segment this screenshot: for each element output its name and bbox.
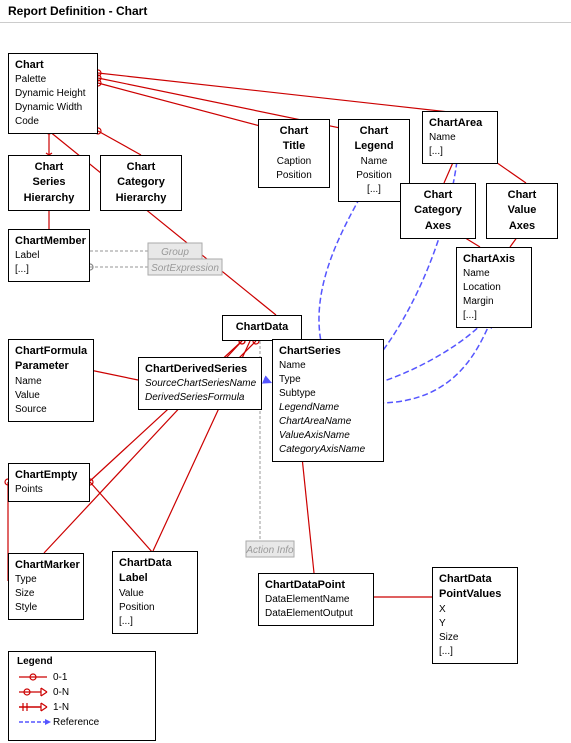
chart-legend-attr-bracket: [...] — [367, 184, 381, 195]
chart-data-point-title: ChartDataPoint — [265, 578, 367, 593]
chart-axis-attr-name: Name — [463, 268, 490, 279]
chart-category-axes-box: ChartCategoryAxes — [400, 183, 476, 239]
chart-derived-series-box: ChartDerivedSeries SourceChartSeriesName… — [138, 357, 262, 410]
chart-formula-param-attr-value: Value — [15, 390, 40, 401]
chart-data-point-attr-output: DataElementOutput — [265, 608, 353, 619]
chart-data-title: ChartData — [229, 320, 295, 335]
chart-series-attr-area: ChartAreaName — [279, 416, 351, 427]
chart-box: Chart Palette Dynamic Height Dynamic Wid… — [8, 53, 98, 134]
legend-item-reference: Reference — [17, 716, 147, 728]
chart-empty-title: ChartEmpty — [15, 468, 83, 483]
chart-series-attr-name: Name — [279, 360, 306, 371]
svg-text:SortExpression: SortExpression — [151, 263, 219, 274]
chart-area-attr-name: Name — [429, 132, 456, 143]
svg-text:Action Info: Action Info — [245, 545, 294, 556]
chart-data-point-values-box: ChartDataPointValues X Y Size [...] — [432, 567, 518, 664]
chart-member-title: ChartMember — [15, 234, 83, 249]
chart-series-hierarchy-box: ChartSeriesHierarchy — [8, 155, 90, 211]
chart-area-title: ChartArea — [429, 116, 491, 131]
page-title: Report Definition - Chart — [0, 0, 571, 23]
chart-series-hierarchy-title: ChartSeriesHierarchy — [15, 160, 83, 206]
chart-data-label-box: ChartDataLabel Value Position [...] — [112, 551, 198, 634]
chart-formula-param-title: ChartFormulaParameter — [15, 344, 87, 375]
chart-derived-series-title: ChartDerivedSeries — [145, 362, 255, 377]
chart-attr-code: Code — [15, 116, 39, 127]
chart-data-label-attr-value: Value — [119, 588, 144, 599]
legend-label-reference: Reference — [53, 717, 99, 728]
chart-formula-param-box: ChartFormulaParameter Name Value Source — [8, 339, 94, 422]
chart-series-title: ChartSeries — [279, 344, 377, 359]
chart-title-box: ChartTitle Caption Position — [258, 119, 330, 188]
chart-member-box: ChartMember Label [...] — [8, 229, 90, 282]
chart-series-box: ChartSeries Name Type Subtype LegendName… — [272, 339, 384, 462]
chart-axis-attr-bracket: [...] — [463, 310, 477, 321]
chart-series-attr-legend: LegendName — [279, 402, 339, 413]
chart-category-hierarchy-box: ChartCategoryHierarchy — [100, 155, 182, 211]
legend-item-0-1: 0-1 — [17, 671, 147, 683]
chart-data-point-values-attr-bracket: [...] — [439, 646, 453, 657]
legend-label-1-N: 1-N — [53, 702, 69, 713]
chart-title-attr-position: Position — [276, 170, 312, 181]
chart-data-label-attr-position: Position — [119, 602, 155, 613]
chart-title-attr-caption: Caption — [277, 156, 311, 167]
legend-label-0-N: 0-N — [53, 687, 69, 698]
chart-attr-palette: Palette — [15, 74, 46, 85]
chart-attr-height: Dynamic Height — [15, 88, 86, 99]
legend-item-0-N: 0-N — [17, 686, 147, 698]
chart-title-title: ChartTitle — [265, 124, 323, 155]
chart-derived-series-attr-source: SourceChartSeriesName — [145, 378, 256, 389]
chart-marker-attr-style: Style — [15, 602, 37, 613]
chart-area-box: ChartArea Name [...] — [422, 111, 498, 164]
chart-legend-attr-name: Name — [361, 156, 388, 167]
chart-series-attr-type: Type — [279, 374, 301, 385]
chart-axis-box: ChartAxis Name Location Margin [...] — [456, 247, 532, 328]
legend-item-1-N: 1-N — [17, 701, 147, 713]
chart-data-label-attr-bracket: [...] — [119, 616, 133, 627]
chart-data-point-values-attr-size: Size — [439, 632, 458, 643]
legend-box: Legend 0-1 0-N — [8, 651, 156, 741]
chart-member-attr-label: Label — [15, 250, 39, 261]
chart-attr-width: Dynamic Width — [15, 102, 82, 113]
chart-data-point-attr-name: DataElementName — [265, 594, 349, 605]
diagram-area: Group SortExpression Action Info — [0, 23, 571, 743]
chart-series-attr-category-axis: CategoryAxisName — [279, 444, 365, 455]
chart-formula-param-attr-source: Source — [15, 404, 47, 415]
chart-data-point-values-attr-y: Y — [439, 618, 446, 629]
chart-category-axes-title: ChartCategoryAxes — [407, 188, 469, 234]
legend-title: Legend — [17, 656, 147, 667]
chart-data-point-box: ChartDataPoint DataElementName DataEleme… — [258, 573, 374, 626]
chart-area-attr-bracket: [...] — [429, 146, 443, 157]
chart-axis-title: ChartAxis — [463, 252, 525, 267]
chart-marker-attr-size: Size — [15, 588, 34, 599]
chart-category-hierarchy-title: ChartCategoryHierarchy — [107, 160, 175, 206]
chart-legend-attr-position: Position — [356, 170, 392, 181]
chart-series-attr-subtype: Subtype — [279, 388, 316, 399]
chart-marker-attr-type: Type — [15, 574, 37, 585]
chart-member-attr-bracket: [...] — [15, 264, 29, 275]
chart-value-axes-box: ChartValueAxes — [486, 183, 558, 239]
chart-axis-attr-location: Location — [463, 282, 501, 293]
chart-data-label-title: ChartDataLabel — [119, 556, 191, 587]
chart-legend-title: ChartLegend — [345, 124, 403, 155]
chart-data-point-values-title: ChartDataPointValues — [439, 572, 511, 603]
chart-data-box: ChartData — [222, 315, 302, 341]
chart-derived-series-attr-formula: DerivedSeriesFormula — [145, 392, 244, 403]
svg-text:Group: Group — [161, 247, 189, 258]
chart-empty-box: ChartEmpty Points — [8, 463, 90, 502]
chart-marker-title: ChartMarker — [15, 558, 77, 573]
legend-label-0-1: 0-1 — [53, 672, 67, 683]
chart-empty-attr-points: Points — [15, 484, 43, 495]
chart-value-axes-title: ChartValueAxes — [493, 188, 551, 234]
chart-marker-box: ChartMarker Type Size Style — [8, 553, 84, 620]
chart-series-attr-value-axis: ValueAxisName — [279, 430, 350, 441]
chart-formula-param-attr-name: Name — [15, 376, 42, 387]
chart-data-point-values-attr-x: X — [439, 604, 446, 615]
chart-box-title: Chart — [15, 58, 91, 73]
chart-axis-attr-margin: Margin — [463, 296, 494, 307]
